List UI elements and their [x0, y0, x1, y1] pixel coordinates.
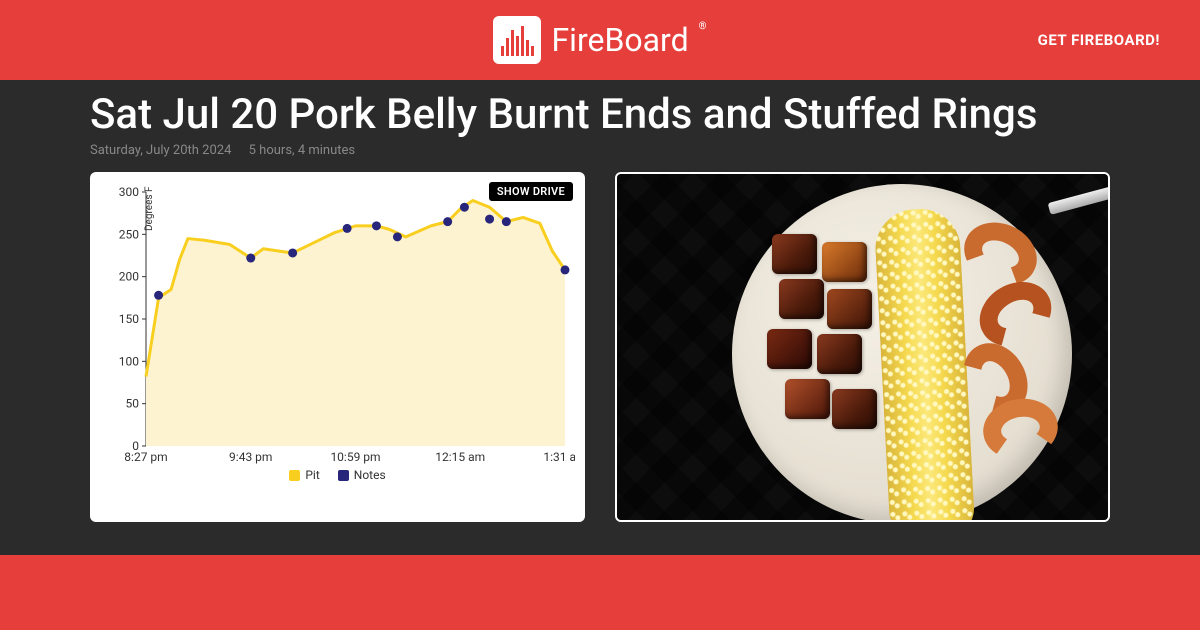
legend-notes: Notes — [338, 468, 386, 482]
svg-text:200: 200 — [119, 270, 139, 284]
y-axis-label: Degrees F — [144, 186, 155, 231]
brand-name: FireBoard — [551, 21, 688, 59]
svg-text:10:59 pm: 10:59 pm — [330, 450, 380, 464]
stuffed-rings — [943, 224, 1073, 454]
svg-text:1:31 am: 1:31 am — [543, 450, 575, 464]
svg-text:8:27 pm: 8:27 pm — [124, 450, 167, 464]
temperature-chart-panel: SHOW DRIVE Degrees F 0501001502002503008… — [90, 172, 585, 522]
svg-text:50: 50 — [126, 397, 140, 411]
notes-swatch-icon — [338, 470, 349, 481]
header: FireBoard ® GET FIREBOARD! — [0, 0, 1200, 80]
logo-icon — [493, 16, 541, 64]
session-duration: 5 hours, 4 minutes — [249, 143, 355, 158]
footer — [0, 555, 1200, 630]
svg-text:250: 250 — [119, 227, 139, 241]
session-title: Sat Jul 20 Pork Belly Burnt Ends and Stu… — [90, 90, 1110, 139]
get-fireboard-link[interactable]: GET FIREBOARD! — [1038, 31, 1160, 49]
svg-text:150: 150 — [119, 312, 139, 326]
legend-pit: Pit — [289, 468, 319, 482]
session-date: Saturday, July 20th 2024 — [90, 143, 231, 158]
chart-svg: 0501001502002503008:27 pm9:43 pm10:59 pm… — [100, 186, 575, 466]
brand-logo[interactable]: FireBoard ® — [493, 16, 706, 64]
svg-text:9:43 pm: 9:43 pm — [229, 450, 272, 464]
session-meta: Saturday, July 20th 2024 5 hours, 4 minu… — [90, 143, 1110, 158]
svg-text:300: 300 — [119, 186, 139, 199]
main-content: Sat Jul 20 Pork Belly Burnt Ends and Stu… — [0, 80, 1200, 555]
chart-area[interactable]: Degrees F 0501001502002503008:27 pm9:43 … — [100, 186, 575, 466]
svg-text:100: 100 — [119, 354, 139, 368]
registered-icon: ® — [699, 21, 707, 32]
session-photo[interactable] — [615, 172, 1110, 522]
pit-swatch-icon — [289, 470, 300, 481]
chart-legend: Pit Notes — [100, 468, 575, 482]
svg-text:12:15 am: 12:15 am — [435, 450, 485, 464]
